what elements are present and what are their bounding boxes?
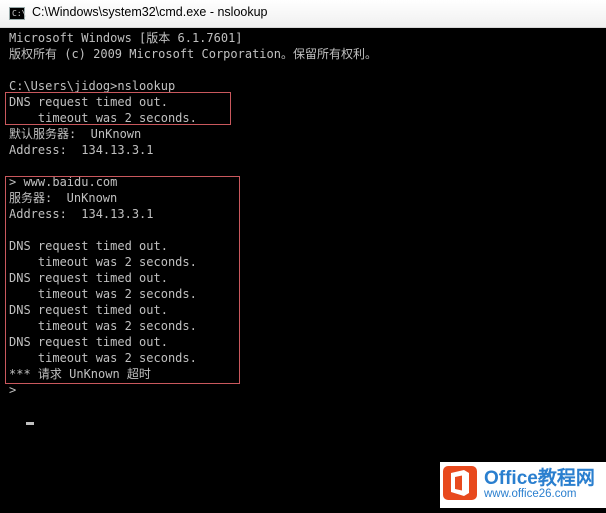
console-line: Microsoft Windows [版本 6.1.7601] [9,31,243,45]
console-prompt: > [9,383,17,397]
highlight-box-initial-timeout [5,92,231,125]
window-title: C:\Windows\system32\cmd.exe - nslookup [32,5,268,19]
title-bar: C:\ C:\Windows\system32\cmd.exe - nslook… [0,0,606,28]
cmd-icon[interactable]: C:\ [9,7,26,20]
console-output[interactable]: Microsoft Windows [版本 6.1.7601] 版权所有 (c)… [0,28,606,513]
console-line: 版权所有 (c) 2009 Microsoft Corporation。保留所有… [9,47,377,61]
text-cursor [26,422,34,425]
console-line: Address: 134.13.3.1 [9,143,154,157]
watermark: Office教程网 www.office26.com [440,462,606,508]
watermark-url: www.office26.com [484,488,577,500]
watermark-title: Office教程网 [484,468,595,489]
console-line: 默认服务器: UnKnown [9,127,142,141]
highlight-box-query-timeouts [5,176,240,384]
office-logo-icon [443,466,477,500]
